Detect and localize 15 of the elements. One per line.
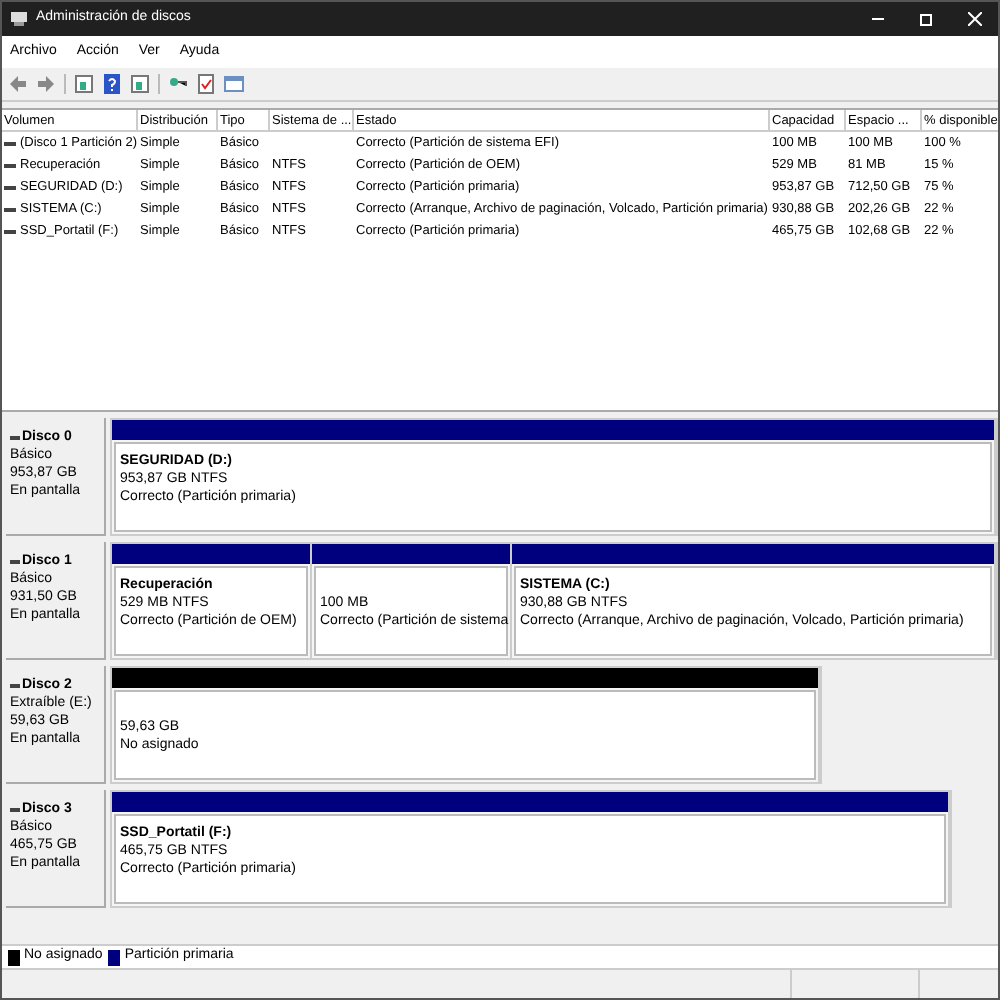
volume-icon xyxy=(4,185,16,190)
back-icon[interactable] xyxy=(8,74,28,94)
close-icon[interactable] xyxy=(968,12,982,26)
help-icon[interactable] xyxy=(102,74,122,94)
volume-icon xyxy=(4,207,16,212)
panel-icon[interactable] xyxy=(130,74,150,94)
forward-icon[interactable] xyxy=(36,74,56,94)
checked-document-icon[interactable] xyxy=(196,74,216,94)
disk-app-icon xyxy=(10,10,28,28)
window-icon[interactable] xyxy=(224,74,244,94)
volume-icon xyxy=(4,229,16,234)
volume-icon xyxy=(4,163,16,168)
panel-icon[interactable] xyxy=(74,74,94,94)
maximize-icon[interactable] xyxy=(920,13,932,25)
volume-icon xyxy=(4,141,16,146)
